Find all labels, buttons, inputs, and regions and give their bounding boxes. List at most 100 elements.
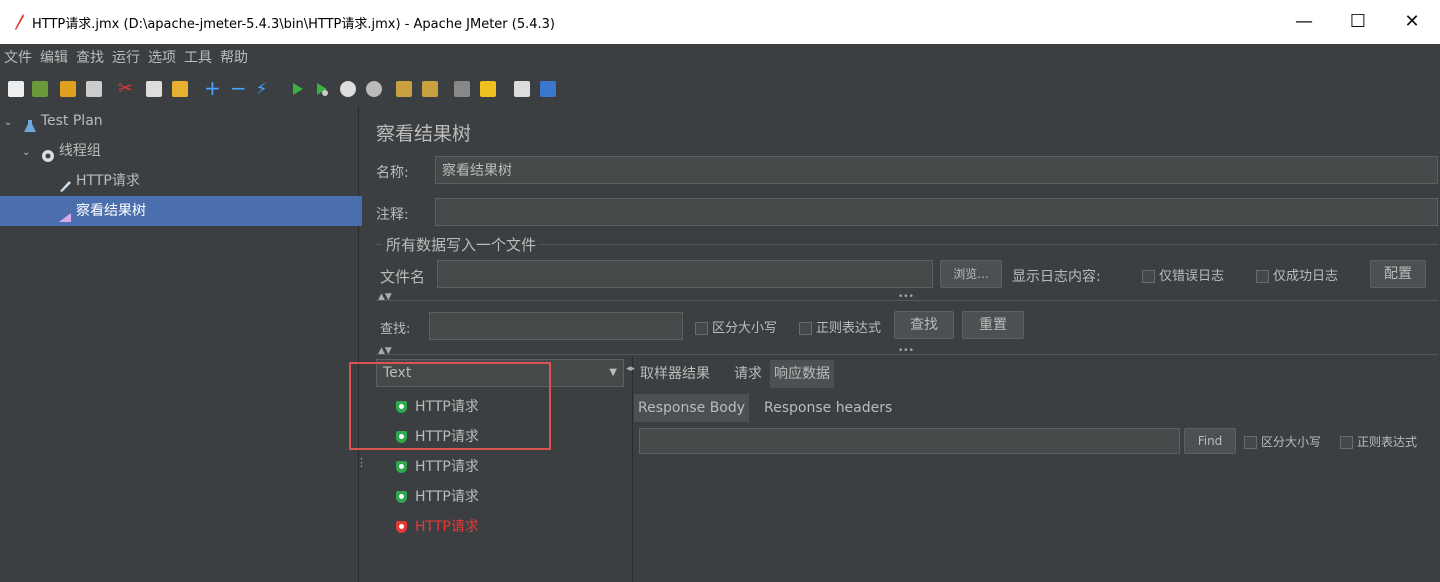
checkbox-box[interactable] bbox=[799, 322, 812, 335]
pen-icon bbox=[58, 174, 72, 192]
menu-search[interactable]: 查找 bbox=[72, 44, 108, 72]
tab-response-data[interactable]: 响应数据 bbox=[770, 360, 834, 388]
new-icon[interactable] bbox=[8, 81, 24, 97]
clear-icon[interactable] bbox=[396, 81, 412, 97]
test-plan-tree: ⌄ Test Plan ⌄ 线程组 HTTP请求 察看结果树 bbox=[0, 106, 416, 582]
tree-item-label: HTTP请求 bbox=[76, 173, 140, 189]
binoculars-icon[interactable] bbox=[454, 81, 470, 97]
result-item[interactable]: HTTP请求 bbox=[396, 392, 479, 422]
checkbox-box[interactable] bbox=[1256, 270, 1269, 283]
collapse-icon[interactable]: − bbox=[230, 78, 247, 98]
success-only-checkbox[interactable]: 仅成功日志 bbox=[1256, 265, 1338, 284]
regex-checkbox[interactable]: 正则表达式 bbox=[799, 317, 881, 336]
checkbox-box[interactable] bbox=[695, 322, 708, 335]
save-icon[interactable] bbox=[86, 81, 102, 97]
flask-icon bbox=[23, 114, 37, 132]
menu-options[interactable]: 选项 bbox=[144, 44, 180, 72]
paste-icon[interactable] bbox=[172, 81, 188, 97]
config-button[interactable]: 配置 bbox=[1370, 260, 1426, 288]
close-button[interactable]: ✕ bbox=[1390, 8, 1434, 36]
response-find-button[interactable]: Find bbox=[1184, 428, 1236, 454]
tab-response-headers[interactable]: Response headers bbox=[760, 394, 896, 422]
success-shield-icon bbox=[396, 431, 407, 443]
search-field[interactable] bbox=[429, 312, 683, 340]
clear-all-icon[interactable] bbox=[422, 81, 438, 97]
help-icon[interactable] bbox=[540, 81, 556, 97]
checkbox-box[interactable] bbox=[1244, 436, 1257, 449]
minimize-button[interactable]: — bbox=[1282, 8, 1326, 36]
tree-item-label: Test Plan bbox=[40, 113, 103, 129]
browse-button[interactable]: 浏览... bbox=[940, 260, 1002, 288]
name-field[interactable]: 察看结果树 bbox=[435, 156, 1438, 184]
chevron-down-icon: ▼ bbox=[609, 367, 617, 378]
result-label: HTTP请求 bbox=[415, 519, 479, 535]
tree-item-thread-group[interactable]: ⌄ 线程组 bbox=[0, 136, 380, 166]
menu-help[interactable]: 帮助 bbox=[216, 44, 252, 72]
templates-icon[interactable] bbox=[32, 81, 48, 97]
case-sensitive-checkbox[interactable]: 区分大小写 bbox=[695, 317, 777, 336]
comment-label: 注释: bbox=[376, 207, 409, 223]
checkbox-box[interactable] bbox=[1340, 436, 1353, 449]
shutdown-icon[interactable] bbox=[366, 81, 382, 97]
response-case-sensitive-label: 区分大小写 bbox=[1261, 435, 1322, 449]
response-regex-checkbox[interactable]: 正则表达式 bbox=[1340, 433, 1417, 450]
expand-icon[interactable]: + bbox=[204, 78, 221, 98]
window-title: HTTP请求.jmx (D:\apache-jmeter-5.4.3\bin\H… bbox=[32, 17, 555, 32]
panel-heading: 察看结果树 bbox=[376, 123, 472, 145]
chevron-down-icon[interactable]: ⌄ bbox=[22, 147, 30, 158]
maximize-button[interactable]: ☐ bbox=[1336, 8, 1380, 36]
title-bar: HTTP请求.jmx (D:\apache-jmeter-5.4.3\bin\H… bbox=[0, 0, 1440, 44]
vertical-splitter-grip[interactable]: ⋮ bbox=[356, 456, 367, 469]
result-item[interactable]: HTTP请求 bbox=[396, 452, 479, 482]
gear-icon bbox=[41, 144, 55, 162]
comment-field[interactable] bbox=[435, 198, 1438, 226]
result-item[interactable]: HTTP请求 bbox=[396, 482, 479, 512]
chart-icon bbox=[58, 204, 72, 222]
open-icon[interactable] bbox=[60, 81, 76, 97]
toggle-icon[interactable]: ⚡ bbox=[256, 81, 272, 97]
chevron-down-icon[interactable]: ⌄ bbox=[4, 117, 12, 128]
result-item[interactable]: HTTP请求 bbox=[396, 422, 479, 452]
response-body-area[interactable] bbox=[634, 460, 1440, 582]
response-case-sensitive-checkbox[interactable]: 区分大小写 bbox=[1244, 433, 1321, 450]
result-label: HTTP请求 bbox=[415, 429, 479, 445]
case-sensitive-label: 区分大小写 bbox=[712, 321, 778, 336]
result-item-error[interactable]: HTTP请求 bbox=[396, 512, 479, 542]
menu-tools[interactable]: 工具 bbox=[180, 44, 216, 72]
checkbox-box[interactable] bbox=[1142, 270, 1155, 283]
cut-icon[interactable]: ✂ bbox=[118, 80, 134, 98]
name-label: 名称: bbox=[376, 165, 409, 181]
tree-item-label: 察看结果树 bbox=[76, 203, 146, 219]
splitter-line bbox=[376, 354, 1438, 355]
success-shield-icon bbox=[396, 401, 407, 413]
filename-field[interactable] bbox=[437, 260, 933, 288]
error-shield-icon bbox=[396, 521, 407, 533]
start-no-pause-icon[interactable] bbox=[314, 81, 330, 97]
reset-search-icon[interactable] bbox=[480, 81, 496, 97]
tab-response-body[interactable]: Response Body bbox=[634, 394, 750, 422]
tree-item-http-request[interactable]: HTTP请求 bbox=[0, 166, 416, 196]
function-helper-icon[interactable] bbox=[514, 81, 530, 97]
success-shield-icon bbox=[396, 491, 407, 503]
find-button[interactable]: 查找 bbox=[894, 311, 954, 339]
renderer-select[interactable]: Text ▼ bbox=[376, 359, 624, 387]
stop-icon[interactable] bbox=[340, 81, 356, 97]
success-only-label: 仅成功日志 bbox=[1273, 269, 1339, 284]
tree-item-view-results-tree[interactable]: 察看结果树 bbox=[0, 196, 416, 226]
copy-icon[interactable] bbox=[146, 81, 162, 97]
splitter-arrows[interactable]: ◂▸ bbox=[626, 364, 635, 374]
response-regex-label: 正则表达式 bbox=[1357, 435, 1418, 449]
result-label: HTTP请求 bbox=[415, 399, 479, 415]
response-search-field[interactable] bbox=[639, 428, 1180, 454]
tab-sampler-result[interactable]: 取样器结果 bbox=[636, 360, 714, 388]
menu-edit[interactable]: 编辑 bbox=[36, 44, 72, 72]
toolbar: ✂ + − ⚡ bbox=[0, 72, 1440, 106]
menu-run[interactable]: 运行 bbox=[108, 44, 144, 72]
tab-request[interactable]: 请求 bbox=[730, 360, 766, 388]
menu-file[interactable]: 文件 bbox=[0, 44, 36, 72]
start-icon[interactable] bbox=[290, 81, 306, 97]
tree-item-test-plan[interactable]: ⌄ Test Plan bbox=[0, 106, 362, 136]
errors-only-checkbox[interactable]: 仅错误日志 bbox=[1142, 265, 1224, 284]
reset-button[interactable]: 重置 bbox=[962, 311, 1024, 339]
results-detail-separator bbox=[632, 356, 633, 582]
